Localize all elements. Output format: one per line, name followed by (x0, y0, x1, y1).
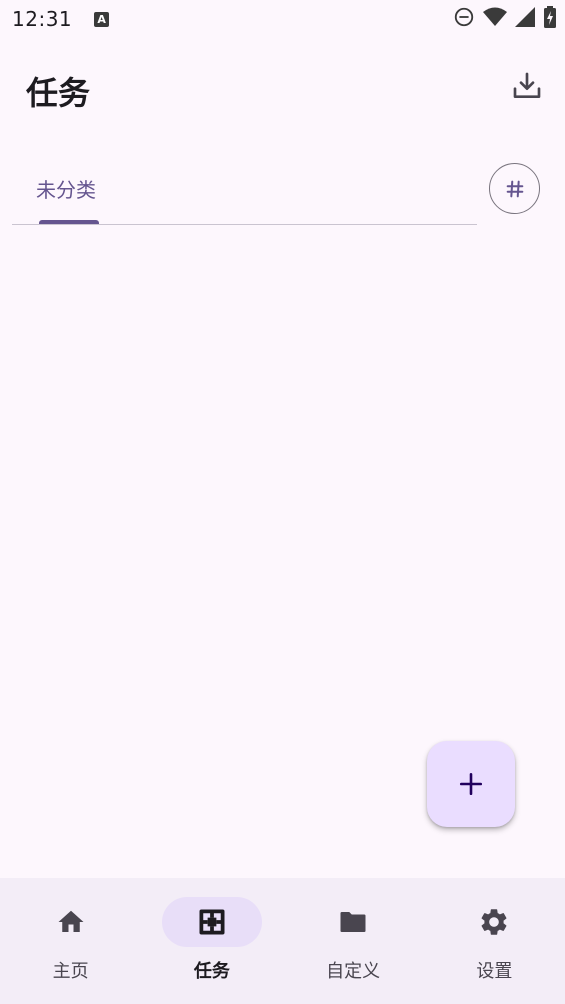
hashtag-icon (506, 180, 523, 197)
status-time: 12:31 (12, 7, 73, 31)
nav-label-home: 主页 (52, 961, 89, 982)
add-icon (459, 772, 483, 796)
nav-indicator (303, 897, 403, 947)
status-icons (453, 6, 557, 28)
wifi-icon (483, 7, 507, 26)
nav-indicator-active (161, 897, 262, 947)
tag-manage-button[interactable] (489, 163, 540, 214)
task-icon (199, 909, 225, 935)
tab-uncategorized[interactable]: 未分类 (36, 174, 96, 203)
nav-item-custom[interactable]: 自定义 (283, 878, 424, 1004)
gear-icon (481, 909, 507, 935)
nav-indicator (21, 897, 121, 947)
bottom-navigation: 主页 任务 自定义 设置 (0, 878, 565, 1004)
download-button[interactable] (509, 68, 545, 104)
download-icon (513, 72, 541, 98)
do-not-disturb-icon (454, 7, 474, 27)
folder-icon (340, 912, 366, 932)
nav-label-custom: 自定义 (326, 961, 381, 982)
page-title: 任务 (26, 74, 91, 112)
nav-item-tasks[interactable]: 任务 (141, 878, 282, 1004)
tab-divider (12, 224, 477, 225)
top-app-bar: 任务 (0, 60, 565, 120)
status-bar: 12:31 A (0, 0, 565, 38)
nav-item-home[interactable]: 主页 (0, 878, 141, 1004)
app-notification-icon: A (94, 11, 110, 27)
home-icon (58, 910, 84, 932)
nav-item-settings[interactable]: 设置 (424, 878, 565, 1004)
add-task-fab[interactable] (427, 741, 515, 827)
nav-label-tasks: 任务 (193, 961, 230, 982)
category-tabs: 未分类 (12, 162, 477, 226)
battery-charging-icon (544, 6, 556, 28)
signal-icon (515, 7, 535, 27)
nav-label-settings: 设置 (476, 961, 513, 982)
nav-indicator (444, 897, 544, 947)
